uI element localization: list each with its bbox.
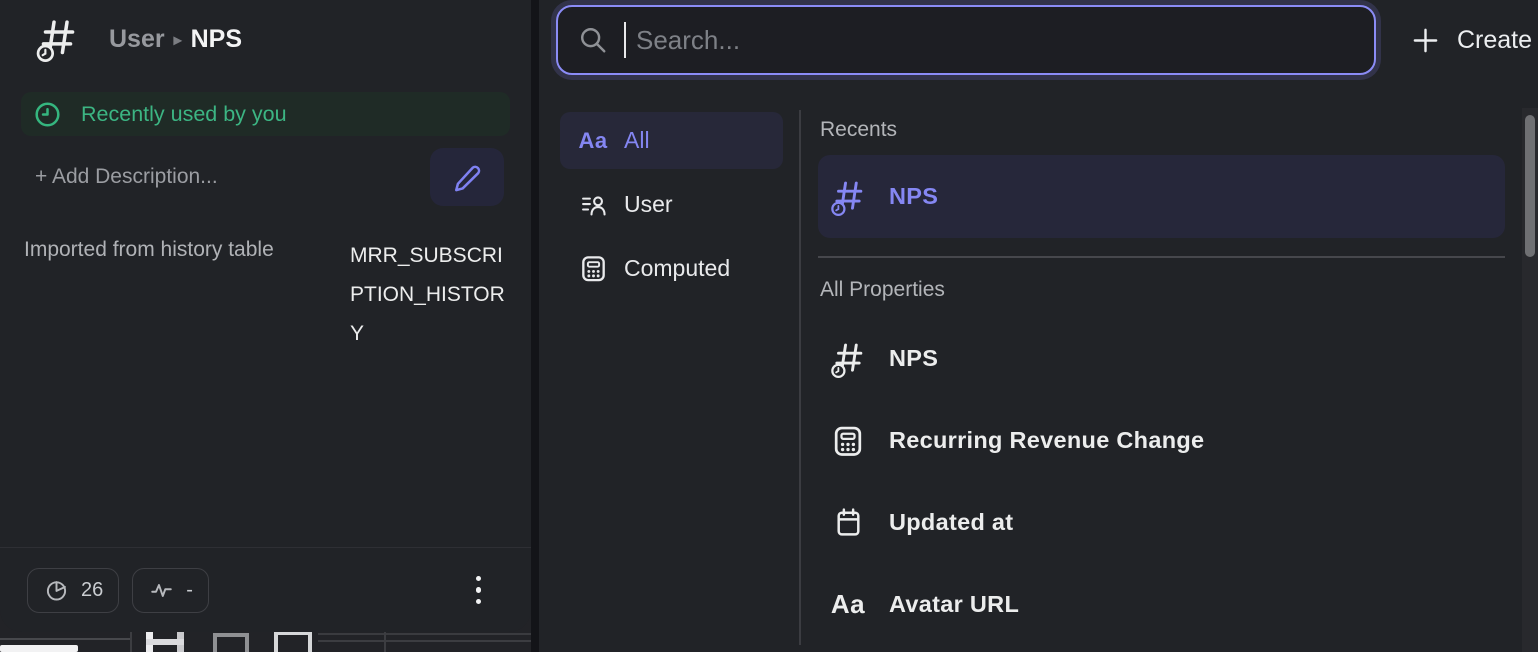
category-label: User bbox=[624, 191, 673, 218]
background-grid-line bbox=[130, 630, 132, 652]
breadcrumb-parent[interactable]: User bbox=[109, 25, 165, 54]
activity-icon bbox=[148, 577, 175, 604]
clock-icon bbox=[34, 101, 61, 128]
imported-meta-label: Imported from history table bbox=[24, 236, 274, 353]
numeric-property-history-icon bbox=[35, 16, 79, 62]
kebab-dot bbox=[476, 587, 482, 593]
property-details-panel: User ▸ NPS Recently used by you + Add De… bbox=[0, 0, 531, 632]
recents-header: Recents bbox=[820, 118, 1505, 142]
property-item-nps[interactable]: NPS bbox=[818, 318, 1505, 400]
create-label: Create bbox=[1457, 26, 1532, 55]
all-properties-list: NPS Recurring Revenue Change bbox=[818, 318, 1505, 646]
background-divider-line bbox=[318, 640, 531, 642]
recently-used-badge: Recently used by you bbox=[21, 92, 510, 136]
property-search-modal: Create Aa All User bbox=[539, 0, 1538, 652]
category-user[interactable]: User bbox=[560, 176, 783, 233]
breadcrumb-current: NPS bbox=[191, 25, 242, 54]
property-header: User ▸ NPS bbox=[35, 16, 531, 62]
recent-item-label: NPS bbox=[889, 183, 938, 210]
scrollbar-track[interactable] bbox=[1522, 108, 1538, 652]
trend-button[interactable]: - bbox=[132, 568, 209, 613]
calculator-icon bbox=[829, 423, 867, 459]
property-item-label: NPS bbox=[889, 345, 938, 372]
background-table-fragment bbox=[213, 633, 249, 652]
column-divider bbox=[799, 110, 801, 645]
recent-item-nps[interactable]: NPS bbox=[818, 155, 1505, 238]
imported-meta-row: Imported from history table MRR_SUBSCRIP… bbox=[24, 236, 507, 353]
pie-chart-icon bbox=[43, 577, 70, 604]
imported-meta-value: MRR_SUBSCRIPTION_HISTORY bbox=[350, 236, 507, 353]
search-input[interactable] bbox=[634, 24, 1354, 57]
recently-used-label: Recently used by you bbox=[81, 102, 287, 127]
numeric-property-history-icon bbox=[829, 178, 867, 216]
kebab-dot bbox=[476, 599, 482, 605]
background-divider-line bbox=[0, 638, 130, 640]
all-properties-header: All Properties bbox=[820, 278, 1505, 302]
kebab-menu-button[interactable] bbox=[470, 570, 488, 611]
user-properties-icon bbox=[577, 190, 609, 219]
trend-value: - bbox=[186, 579, 193, 602]
property-item-recurring-revenue-change[interactable]: Recurring Revenue Change bbox=[818, 400, 1505, 482]
property-item-label: Recurring Revenue Change bbox=[889, 427, 1204, 454]
numeric-property-history-icon bbox=[829, 340, 867, 378]
background-scroll-fragment bbox=[0, 645, 78, 652]
create-button[interactable]: Create bbox=[1405, 12, 1538, 68]
category-computed[interactable]: Computed bbox=[560, 240, 783, 297]
usage-count: 26 bbox=[81, 579, 103, 602]
property-item-label: Avatar URL bbox=[889, 591, 1019, 618]
background-grid-line bbox=[384, 630, 386, 652]
kebab-dot bbox=[476, 576, 482, 582]
property-item-avatar-url[interactable]: Aa Avatar URL bbox=[818, 564, 1505, 646]
category-label: Computed bbox=[624, 255, 730, 282]
category-list: Aa All User bbox=[539, 112, 799, 304]
background-table-fragment bbox=[274, 631, 312, 652]
calendar-icon bbox=[829, 506, 867, 539]
text-type-icon: Aa bbox=[829, 589, 867, 620]
search-icon bbox=[578, 25, 608, 55]
category-all[interactable]: Aa All bbox=[560, 112, 783, 169]
chevron-right-icon: ▸ bbox=[174, 30, 182, 50]
property-item-label: Updated at bbox=[889, 509, 1013, 536]
category-label: All bbox=[624, 127, 650, 154]
calculator-icon bbox=[577, 253, 609, 284]
text-type-icon: Aa bbox=[577, 128, 609, 154]
results-list: Recents NPS All Properties bbox=[818, 108, 1505, 646]
background-divider-line bbox=[318, 633, 531, 635]
pencil-icon bbox=[452, 162, 483, 193]
background-table-fragment bbox=[146, 639, 184, 645]
description-row: + Add Description... bbox=[35, 148, 504, 206]
panel-gap bbox=[531, 0, 539, 652]
add-description-button[interactable]: + Add Description... bbox=[35, 165, 218, 189]
section-divider bbox=[818, 256, 1505, 258]
breadcrumb: User ▸ NPS bbox=[109, 25, 242, 54]
search-box bbox=[556, 5, 1376, 75]
edit-description-button[interactable] bbox=[430, 148, 504, 206]
property-item-updated-at[interactable]: Updated at bbox=[818, 482, 1505, 564]
plus-icon bbox=[1411, 26, 1440, 55]
usage-count-button[interactable]: 26 bbox=[27, 568, 119, 613]
text-cursor bbox=[624, 22, 626, 58]
property-footer: 26 - bbox=[0, 547, 531, 632]
scrollbar-thumb[interactable] bbox=[1525, 115, 1535, 257]
